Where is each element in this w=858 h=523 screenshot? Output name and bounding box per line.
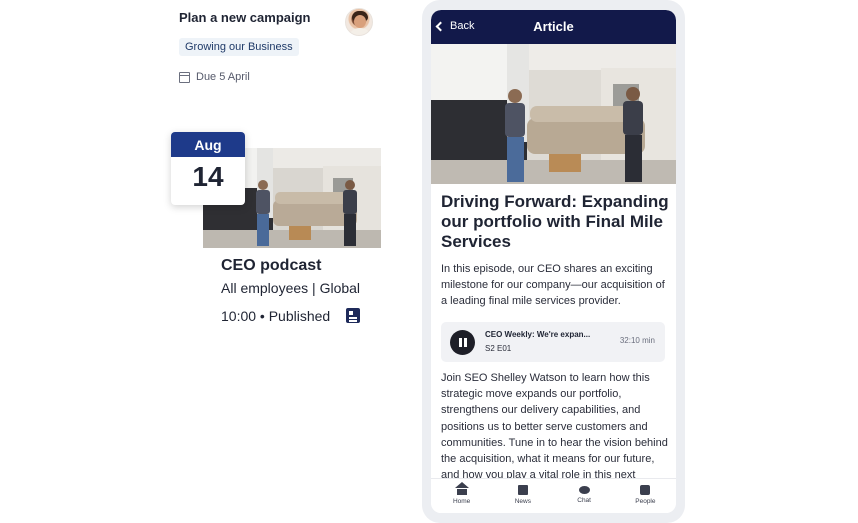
event-audience: All employees | Global bbox=[221, 280, 361, 296]
campaign-card[interactable]: Plan a new campaign Growing our Business… bbox=[179, 8, 375, 88]
event-date-badge: Aug 14 bbox=[171, 132, 245, 205]
calendar-icon bbox=[179, 71, 190, 83]
news-icon bbox=[517, 485, 528, 495]
event-title[interactable]: CEO podcast bbox=[221, 257, 321, 275]
tab-chat[interactable]: Chat bbox=[554, 479, 615, 513]
home-icon bbox=[454, 482, 469, 495]
episode-duration: 32:10 min bbox=[619, 336, 655, 345]
tab-people-label: People bbox=[635, 498, 656, 505]
due-date: Due 5 April bbox=[179, 71, 250, 83]
podcast-player[interactable]: CEO Weekly: We're expan... S2 E01 32:10 … bbox=[441, 322, 665, 362]
people-icon bbox=[640, 485, 651, 495]
article-headline: Driving Forward: Expanding our portfolio… bbox=[441, 192, 669, 251]
article-intro: In this episode, our CEO shares an excit… bbox=[441, 263, 665, 307]
phone-frame: Back Article Driving Forward: Expanding … bbox=[422, 0, 685, 523]
screen-title: Article bbox=[533, 19, 574, 34]
episode-code: S2 E01 bbox=[485, 344, 512, 353]
due-date-label: Due 5 April bbox=[196, 71, 250, 83]
tab-news[interactable]: News bbox=[492, 479, 553, 513]
campaign-title: Plan a new campaign bbox=[179, 10, 311, 25]
pause-button[interactable] bbox=[450, 330, 475, 355]
article-hero-image bbox=[431, 44, 676, 184]
tab-home[interactable]: Home bbox=[431, 479, 492, 513]
article-body: Join SEO Shelley Watson to learn how thi… bbox=[441, 372, 668, 478]
event-meta: 10:00 • Published bbox=[221, 308, 331, 324]
tab-home-label: Home bbox=[452, 498, 471, 505]
campaign-tag: Growing our Business bbox=[179, 38, 299, 56]
bottom-tab-bar: Home News Chat People bbox=[431, 478, 676, 513]
article-screen: Back Article Driving Forward: Expanding … bbox=[431, 10, 676, 513]
tab-news-label: News bbox=[514, 498, 531, 505]
app-bar: Back Article bbox=[431, 10, 676, 44]
newspaper-icon[interactable] bbox=[346, 308, 360, 323]
chat-icon bbox=[578, 486, 590, 494]
event-day: 14 bbox=[192, 161, 224, 192]
event-month: Aug bbox=[171, 132, 245, 157]
episode-title: CEO Weekly: We're expan... bbox=[485, 330, 591, 339]
avatar bbox=[345, 8, 373, 36]
tab-chat-label: Chat bbox=[577, 497, 591, 504]
tab-people[interactable]: People bbox=[615, 479, 676, 513]
